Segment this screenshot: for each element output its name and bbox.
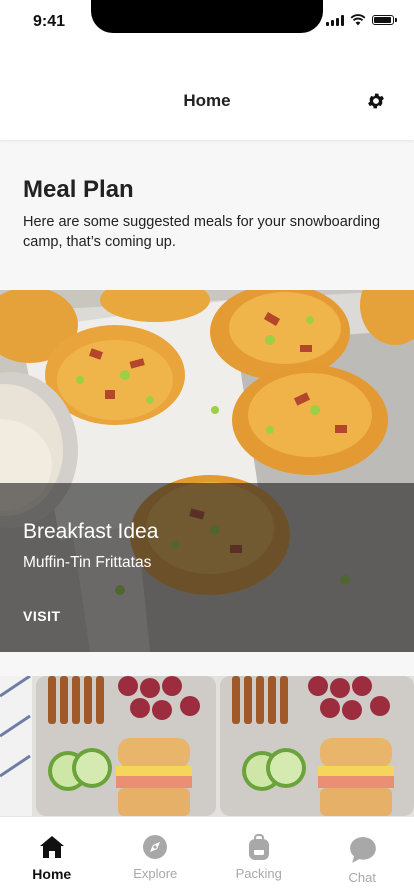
home-icon	[39, 836, 64, 858]
page-title: Home	[183, 91, 231, 110]
card-category: Breakfast Idea	[23, 520, 159, 543]
status-bar: 9:41	[0, 0, 414, 44]
tab-packing[interactable]: Packing	[207, 817, 311, 896]
tab-chat-label: Chat	[348, 870, 376, 885]
meal-card-breakfast[interactable]: Breakfast Idea Muffin-Tin Frittatas VISI…	[0, 290, 414, 652]
lunchbox-photo	[0, 676, 414, 816]
wifi-icon	[350, 14, 366, 26]
gear-icon[interactable]	[366, 91, 386, 111]
tab-home-label: Home	[32, 866, 72, 882]
meal-plan-title: Meal Plan	[23, 176, 134, 203]
status-time: 9:41	[33, 13, 66, 30]
backpack-icon	[248, 834, 269, 860]
signal-icon	[326, 14, 344, 26]
tab-home[interactable]: Home	[0, 817, 104, 896]
compass-icon	[143, 835, 168, 859]
tab-explore[interactable]: Explore	[104, 817, 208, 896]
phone-screen: 9:41 Home Meal Plan Here are some sugges…	[0, 0, 414, 896]
tab-bar: Home Explore Packing Chat	[0, 816, 414, 896]
card-title: Muffin-Tin Frittatas	[23, 554, 152, 571]
app-header: Home	[0, 44, 414, 140]
meal-plan-description: Here are some suggested meals for your s…	[23, 214, 381, 250]
battery-icon	[372, 15, 397, 25]
visit-link[interactable]: VISIT	[23, 608, 61, 624]
meal-card-lunch[interactable]	[0, 676, 414, 816]
tab-chat[interactable]: Chat	[311, 817, 414, 896]
status-icons	[326, 14, 397, 26]
notch	[91, 0, 323, 33]
tab-packing-label: Packing	[235, 866, 282, 881]
meal-plan-intro: Meal Plan Here are some suggested meals …	[0, 140, 414, 290]
chat-icon	[350, 837, 377, 863]
tab-explore-label: Explore	[133, 866, 178, 881]
